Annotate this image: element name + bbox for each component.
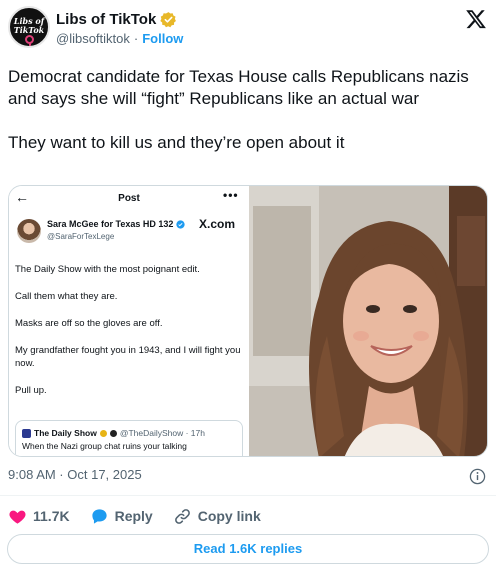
reply-bubble-icon: [91, 508, 107, 524]
avatar-logo-text: Libs of TikTok: [13, 16, 45, 35]
avatar[interactable]: Libs of TikTok: [8, 6, 50, 48]
tweet-text: Democrat candidate for Texas House calls…: [8, 66, 488, 176]
divider: [0, 495, 496, 496]
embedded-post-screenshot[interactable]: ← Post ••• Sara McGee for Texas HD 132 @…: [9, 186, 249, 456]
media-attachment[interactable]: ← Post ••• Sara McGee for Texas HD 132 @…: [8, 185, 488, 457]
follow-button[interactable]: Follow: [142, 31, 183, 46]
embedded-quote-card: The Daily Show @TheDailyShow · 17h When …: [15, 420, 243, 456]
handle-row: @libsoftiktok · Follow: [56, 31, 183, 46]
embedded-line: The Daily Show with the most poignant ed…: [15, 264, 200, 275]
copy-link-label: Copy link: [197, 508, 261, 524]
like-count: 11.7K: [33, 508, 70, 524]
timestamp[interactable]: 9:08 AM · Oct 17, 2025: [8, 467, 142, 482]
like-button[interactable]: 11.7K: [8, 507, 70, 526]
separator-dot: ·: [133, 31, 139, 46]
tweet-paragraph-2: They want to kill us and they’re open ab…: [8, 133, 345, 152]
embedded-author-name: Sara McGee for Texas HD 132: [47, 219, 174, 229]
embedded-line: My grandfather fought you in 1943, and I…: [15, 345, 241, 369]
reply-label: Reply: [114, 508, 153, 524]
quote-handle-time: @TheDailyShow · 17h: [119, 428, 205, 438]
embedded-post-title: Post: [118, 193, 140, 204]
avatar-symbol-stem: [29, 43, 31, 46]
x-logo-icon[interactable]: [465, 8, 487, 30]
embedded-line: Call them what they are.: [15, 291, 118, 302]
link-icon: [174, 508, 190, 524]
copy-link-button[interactable]: Copy link: [173, 507, 261, 526]
verified-gold-badge-icon: [160, 11, 177, 27]
quote-header: The Daily Show @TheDailyShow · 17h: [22, 428, 205, 438]
quote-author-name: The Daily Show: [34, 428, 97, 438]
more-options-icon: •••: [223, 188, 239, 202]
woman-portrait-photo[interactable]: [249, 186, 488, 457]
read-replies-button[interactable]: Read 1.6K replies: [7, 534, 489, 564]
xcom-watermark: X.com: [199, 217, 236, 231]
display-name[interactable]: Libs of TikTok: [56, 11, 156, 28]
embedded-post-body: The Daily Show with the most poignant ed…: [15, 263, 243, 411]
tweet-header: Libs of TikTok Libs of TikTok @libsoftikt…: [0, 0, 496, 60]
embedded-line: Pull up.: [15, 385, 47, 396]
quote-text: When the Nazi group chat ruins your talk…: [22, 441, 187, 451]
verified-blue-badge-icon: [176, 219, 186, 229]
embedded-post-topbar: ← Post •••: [9, 186, 249, 210]
timestamp-row: 9:08 AM · Oct 17, 2025: [8, 467, 488, 487]
embedded-author-handle: @SaraForTexLege: [47, 232, 115, 241]
embedded-author-name-row: Sara McGee for Texas HD 132: [47, 219, 186, 229]
handle[interactable]: @libsoftiktok: [56, 31, 130, 46]
action-bar: 11.7K Reply Copy link: [8, 505, 488, 527]
embedded-author-avatar: [17, 219, 41, 243]
daily-show-logo-icon: [22, 428, 31, 438]
tweet-paragraph-1: Democrat candidate for Texas House calls…: [8, 67, 469, 108]
affiliate-badge-icon: [109, 429, 117, 437]
reply-button[interactable]: Reply: [90, 507, 153, 526]
verified-gold-badge-icon: [99, 429, 107, 437]
embedded-line: Masks are off so the gloves are off.: [15, 318, 163, 329]
heart-icon: [9, 510, 26, 524]
name-row: Libs of TikTok: [56, 9, 177, 29]
info-icon[interactable]: [469, 468, 486, 485]
